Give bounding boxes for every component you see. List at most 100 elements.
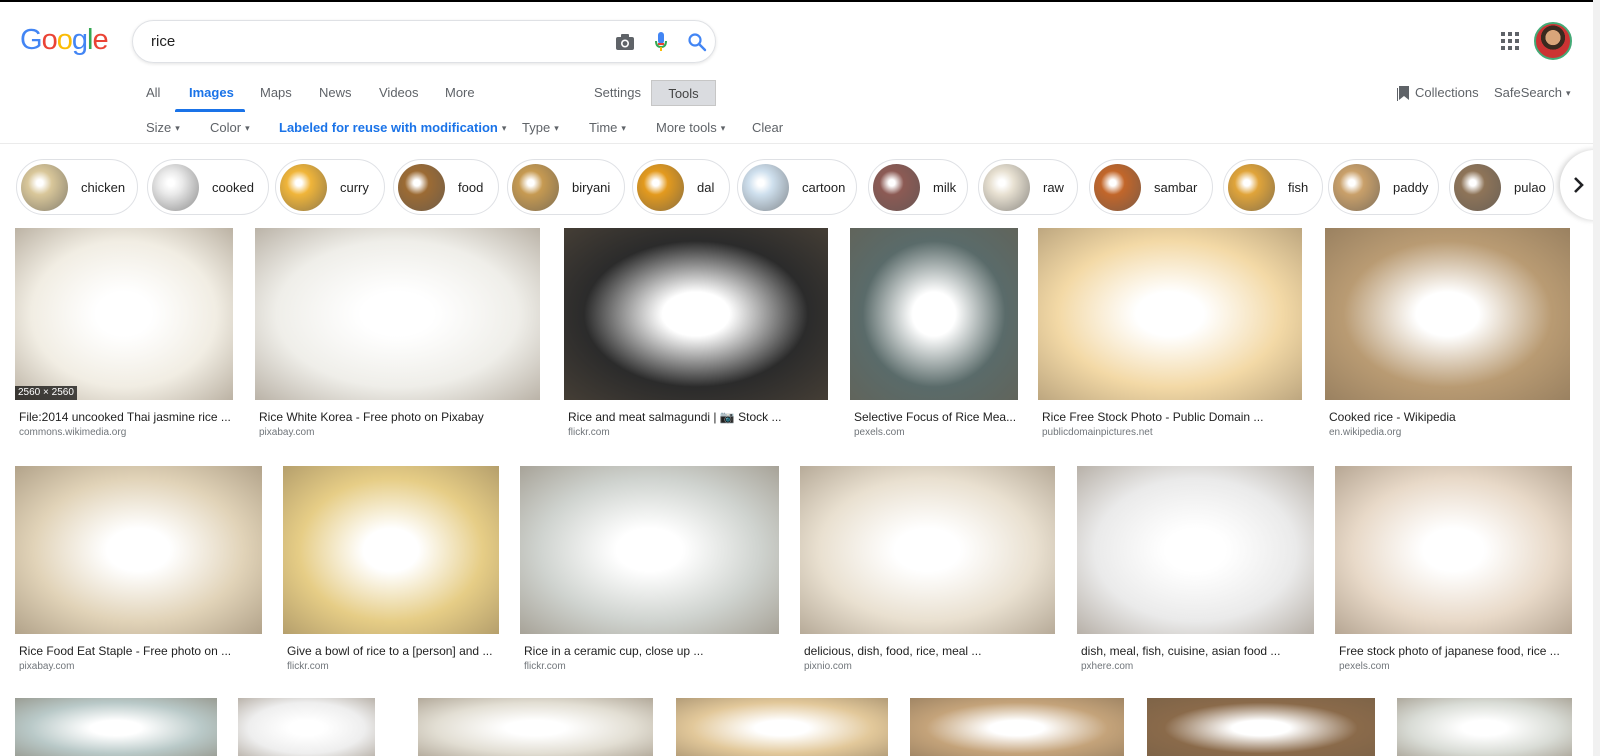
filter-type[interactable]: Type ▾ [522,120,559,135]
suggestion-chip-12[interactable]: pulao [1449,159,1554,215]
result-thumbnail[interactable] [910,698,1124,756]
suggestion-chip-9[interactable]: sambar [1089,159,1213,215]
active-tab-indicator [175,109,245,112]
tools-label: Tools [668,85,699,101]
result-thumbnail[interactable] [800,466,1055,634]
result-source[interactable]: publicdomainpictures.net [1042,427,1153,438]
search-box[interactable]: rice [132,20,716,63]
bookmark-icon[interactable] [1397,86,1409,101]
result-title[interactable]: dish, meal, fish, cuisine, asian food ..… [1081,644,1280,658]
result-thumbnail[interactable] [520,466,779,634]
result-thumbnail[interactable] [676,698,888,756]
result-thumbnail[interactable] [255,228,540,400]
collections-link[interactable]: Collections [1415,85,1479,100]
camera-icon[interactable] [614,31,636,53]
suggestion-chip-10[interactable]: fish [1223,159,1323,215]
suggestion-chip-1[interactable]: cooked [147,159,269,215]
chip-label: dal [697,179,715,195]
result-source[interactable]: pexels.com [1339,661,1390,672]
tab-all[interactable]: All [146,85,160,100]
result-title[interactable]: delicious, dish, food, rice, meal ... [804,644,981,658]
chip-label: biryani [572,179,611,195]
result-thumbnail[interactable] [1147,698,1375,756]
clear-filters-link[interactable]: Clear [752,120,783,135]
search-input[interactable]: rice [151,33,175,50]
tab-more[interactable]: More [445,85,475,100]
result-thumbnail[interactable] [564,228,828,400]
filter-more-tools-label: More tools [656,120,717,135]
result-title[interactable]: Selective Focus of Rice Mea... [854,410,1016,424]
caret-down-icon: ▾ [720,123,726,133]
result-source[interactable]: flickr.com [568,427,610,438]
result-title[interactable]: Rice Free Stock Photo - Public Domain ..… [1042,410,1263,424]
suggestion-chip-0[interactable]: chicken [16,159,138,215]
tab-videos[interactable]: Videos [379,85,419,100]
tab-maps[interactable]: Maps [260,85,292,100]
chip-thumbnail [637,163,684,211]
suggestion-chip-5[interactable]: dal [632,159,730,215]
microphone-icon[interactable] [650,31,672,53]
result-title[interactable]: Cooked rice - Wikipedia [1329,410,1456,424]
chip-thumbnail [512,163,559,211]
filter-type-label: Type [522,120,551,135]
result-title[interactable]: Give a bowl of rice to a [person] and ..… [287,644,492,658]
result-title[interactable]: Rice White Korea - Free photo on Pixabay [259,410,484,424]
search-icon[interactable] [686,31,708,53]
suggestion-chip-6[interactable]: cartoon [737,159,857,215]
result-thumbnail[interactable] [15,698,217,756]
apps-grid-icon[interactable] [1500,31,1520,51]
suggestion-chip-4[interactable]: biryani [507,159,625,215]
google-logo[interactable]: Google [20,24,109,57]
filter-usage-rights[interactable]: Labeled for reuse with modification ▾ [279,120,506,135]
result-source[interactable]: commons.wikimedia.org [19,427,126,438]
suggestion-chip-7[interactable]: milk [868,159,968,215]
result-thumbnail[interactable] [850,228,1018,400]
result-thumbnail[interactable] [1038,228,1302,400]
result-thumbnail[interactable] [1397,698,1572,756]
settings-link[interactable]: Settings [594,85,641,100]
result-thumbnail[interactable] [1335,466,1572,634]
result-title[interactable]: Rice and meat salmagundi | 📷 Stock ... [568,410,782,424]
tab-news[interactable]: News [319,85,352,100]
chip-thumbnail [152,163,199,211]
result-source[interactable]: pixabay.com [19,661,74,672]
filter-size[interactable]: Size ▾ [146,120,180,135]
result-thumbnail[interactable] [1077,466,1314,634]
result-title[interactable]: Rice Food Eat Staple - Free photo on ... [19,644,231,658]
result-thumbnail[interactable] [15,466,262,634]
result-source[interactable]: pixnio.com [804,661,852,672]
suggestion-chip-3[interactable]: food [393,159,499,215]
image-dimensions-badge: 2560 × 2560 [15,386,77,400]
page-scrollbar[interactable] [1593,0,1600,756]
result-thumbnail[interactable] [1325,228,1570,400]
chip-label: cooked [212,179,254,195]
tab-images[interactable]: Images [189,85,234,100]
result-thumbnail[interactable] [283,466,499,634]
result-source[interactable]: pxhere.com [1081,661,1133,672]
result-source[interactable]: flickr.com [524,661,566,672]
suggestion-chip-8[interactable]: raw [978,159,1078,215]
tools-button[interactable]: Tools [651,80,716,106]
result-source[interactable]: flickr.com [287,661,329,672]
safesearch-menu[interactable]: SafeSearch ▾ [1494,85,1570,100]
filter-time[interactable]: Time ▾ [589,120,626,135]
result-source[interactable]: pixabay.com [259,427,314,438]
chip-label: raw [1043,179,1064,195]
result-thumbnail[interactable] [418,698,653,756]
chip-thumbnail [983,163,1030,211]
result-source[interactable]: en.wikipedia.org [1329,427,1401,438]
chevron-right-icon [1574,177,1584,193]
filter-color[interactable]: Color ▾ [210,120,250,135]
account-avatar[interactable] [1534,22,1572,60]
chip-label: sambar [1154,179,1198,195]
result-title[interactable]: Free stock photo of japanese food, rice … [1339,644,1560,658]
result-thumbnail[interactable] [238,698,375,756]
result-thumbnail[interactable]: 2560 × 2560 [15,228,233,400]
result-title[interactable]: File:2014 uncooked Thai jasmine rice ... [19,410,231,424]
suggestion-chip-11[interactable]: paddy [1328,159,1439,215]
result-source[interactable]: pexels.com [854,427,905,438]
suggestion-chip-2[interactable]: curry [275,159,385,215]
result-title[interactable]: Rice in a ceramic cup, close up ... [524,644,703,658]
filter-more-tools[interactable]: More tools ▾ [656,120,725,135]
chip-thumbnail [1454,163,1501,211]
